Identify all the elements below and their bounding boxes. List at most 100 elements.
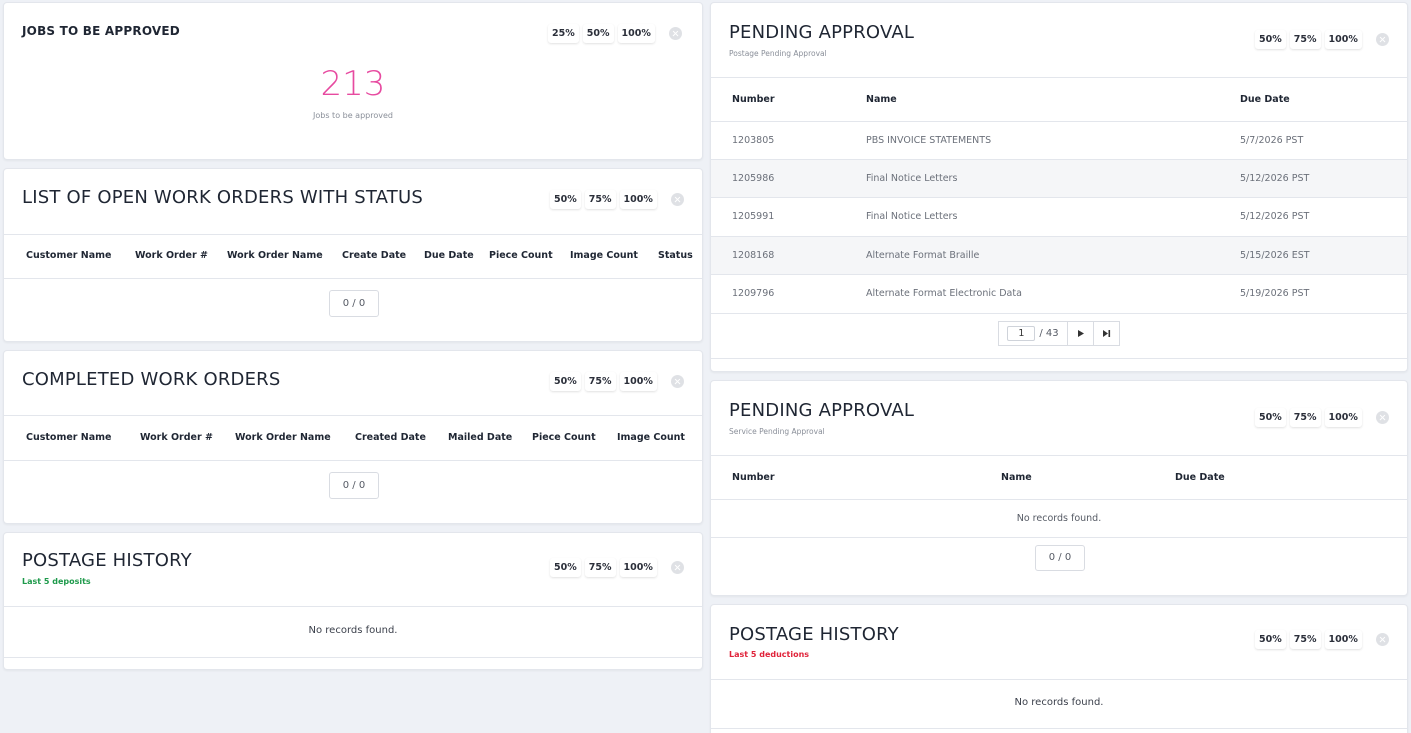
row-due-date: 5/12/2026 PST <box>1240 211 1310 222</box>
zoom-controls: 50% 75% 100% <box>550 372 684 391</box>
column-header[interactable]: Work Order Name <box>235 432 331 443</box>
divider <box>711 77 1407 78</box>
column-header[interactable]: Name <box>866 94 897 105</box>
divider <box>4 415 702 416</box>
zoom-75-button[interactable]: 75% <box>1289 408 1321 427</box>
column-header[interactable]: Piece Count <box>532 432 596 443</box>
card-title: JOBS TO BE APPROVED <box>22 24 180 38</box>
column-header[interactable]: Customer Name <box>26 250 112 261</box>
column-header[interactable]: Number <box>732 94 775 105</box>
close-icon[interactable] <box>670 375 684 388</box>
zoom-100-button[interactable]: 100% <box>617 24 655 43</box>
row-due-date: 5/12/2026 PST <box>1240 173 1310 184</box>
zoom-75-button[interactable]: 75% <box>584 558 616 577</box>
column-header[interactable]: Due Date <box>1175 472 1225 483</box>
zoom-25-button[interactable]: 25% <box>548 24 579 43</box>
zoom-50-button[interactable]: 50% <box>550 558 581 577</box>
zoom-50-button[interactable]: 50% <box>1255 630 1286 649</box>
column-header[interactable]: Status <box>658 250 693 261</box>
zoom-controls: 50% 75% 100% <box>1255 630 1389 649</box>
row-number: 1205986 <box>732 173 775 184</box>
column-header[interactable]: Piece Count <box>489 250 553 261</box>
divider <box>4 606 702 607</box>
table-row[interactable]: 1208168 Alternate Format Braille 5/15/20… <box>711 236 1407 274</box>
close-icon[interactable] <box>1375 33 1389 46</box>
play-icon <box>1077 330 1084 337</box>
card-title: PENDING APPROVAL <box>729 400 915 421</box>
zoom-50-button[interactable]: 50% <box>1255 30 1286 49</box>
jobs-to-be-approved-card: JOBS TO BE APPROVED 25% 50% 100% 213 Job… <box>3 2 703 160</box>
pager: 0 / 0 <box>329 472 379 499</box>
zoom-100-button[interactable]: 100% <box>619 558 657 577</box>
zoom-100-button[interactable]: 100% <box>1324 408 1362 427</box>
close-icon[interactable] <box>670 561 684 574</box>
next-page-button[interactable] <box>1067 321 1094 346</box>
card-title: LIST OF OPEN WORK ORDERS WITH STATUS <box>22 187 423 208</box>
zoom-50-button[interactable]: 50% <box>1255 408 1286 427</box>
column-header[interactable]: Number <box>732 472 775 483</box>
divider <box>4 657 702 658</box>
zoom-75-button[interactable]: 75% <box>584 190 616 209</box>
zoom-75-button[interactable]: 75% <box>1289 30 1321 49</box>
divider <box>4 278 702 279</box>
card-subtitle: Last 5 deposits <box>22 577 91 586</box>
divider <box>711 728 1407 729</box>
empty-message: No records found. <box>1014 697 1104 708</box>
pager: 1 / 43 <box>998 321 1120 346</box>
card-subtitle: Service Pending Approval <box>729 427 825 436</box>
column-header[interactable]: Work Order # <box>140 432 213 443</box>
row-due-date: 5/15/2026 EST <box>1240 250 1310 261</box>
column-header[interactable]: Name <box>1001 472 1032 483</box>
close-icon[interactable] <box>1375 411 1389 424</box>
last-page-button[interactable] <box>1093 321 1120 346</box>
card-subtitle: Last 5 deductions <box>729 650 810 659</box>
row-number: 1205991 <box>732 211 775 222</box>
row-name: Final Notice Letters <box>866 173 958 184</box>
page-total: / 43 <box>1039 328 1059 339</box>
column-header[interactable]: Due Date <box>1240 94 1290 105</box>
page-input[interactable]: 1 <box>1007 326 1036 341</box>
zoom-50-button[interactable]: 50% <box>582 24 614 43</box>
column-header[interactable]: Work Order # <box>135 250 208 261</box>
table-row[interactable]: 1203805 PBS INVOICE STATEMENTS 5/7/2026 … <box>711 121 1407 159</box>
column-header[interactable]: Created Date <box>355 432 426 443</box>
column-header[interactable]: Image Count <box>570 250 638 261</box>
pager: 0 / 0 <box>329 290 379 317</box>
row-number: 1209796 <box>732 288 775 299</box>
row-name: PBS INVOICE STATEMENTS <box>866 135 992 146</box>
column-header[interactable]: Due Date <box>424 250 474 261</box>
zoom-100-button[interactable]: 100% <box>1324 630 1362 649</box>
zoom-75-button[interactable]: 75% <box>1289 630 1321 649</box>
row-name: Alternate Format Braille <box>866 250 980 261</box>
pager: 0 / 0 <box>1035 545 1085 571</box>
column-header[interactable]: Image Count <box>617 432 685 443</box>
zoom-75-button[interactable]: 75% <box>584 372 616 391</box>
table-row[interactable]: 1205991 Final Notice Letters 5/12/2026 P… <box>711 197 1407 235</box>
close-icon[interactable] <box>670 193 684 206</box>
table-row[interactable]: 1209796 Alternate Format Electronic Data… <box>711 274 1407 312</box>
column-header[interactable]: Create Date <box>342 250 406 261</box>
card-title: POSTAGE HISTORY <box>22 550 192 571</box>
postage-history-deductions-card: POSTAGE HISTORY Last 5 deductions 50% 75… <box>710 604 1408 733</box>
column-header[interactable]: Customer Name <box>26 432 112 443</box>
column-header[interactable]: Work Order Name <box>227 250 323 261</box>
table-row[interactable]: 1205986 Final Notice Letters 5/12/2026 P… <box>711 159 1407 197</box>
row-due-date: 5/19/2026 PST <box>1240 288 1310 299</box>
card-title: PENDING APPROVAL <box>729 22 915 43</box>
zoom-100-button[interactable]: 100% <box>619 372 657 391</box>
row-due-date: 5/7/2026 PST <box>1240 135 1304 146</box>
zoom-50-button[interactable]: 50% <box>550 372 581 391</box>
zoom-controls: 50% 75% 100% <box>550 190 684 209</box>
empty-message: No records found. <box>1016 513 1102 524</box>
card-title: COMPLETED WORK ORDERS <box>22 369 281 390</box>
row-number: 1203805 <box>732 135 775 146</box>
jobs-count: 213 <box>320 64 386 104</box>
zoom-100-button[interactable]: 100% <box>1324 30 1362 49</box>
close-icon[interactable] <box>1375 633 1389 646</box>
row-name: Final Notice Letters <box>866 211 958 222</box>
column-header[interactable]: Mailed Date <box>448 432 512 443</box>
zoom-50-button[interactable]: 50% <box>550 190 581 209</box>
zoom-100-button[interactable]: 100% <box>619 190 657 209</box>
close-icon[interactable] <box>668 27 682 40</box>
page-indicator: 1 / 43 <box>998 321 1068 346</box>
